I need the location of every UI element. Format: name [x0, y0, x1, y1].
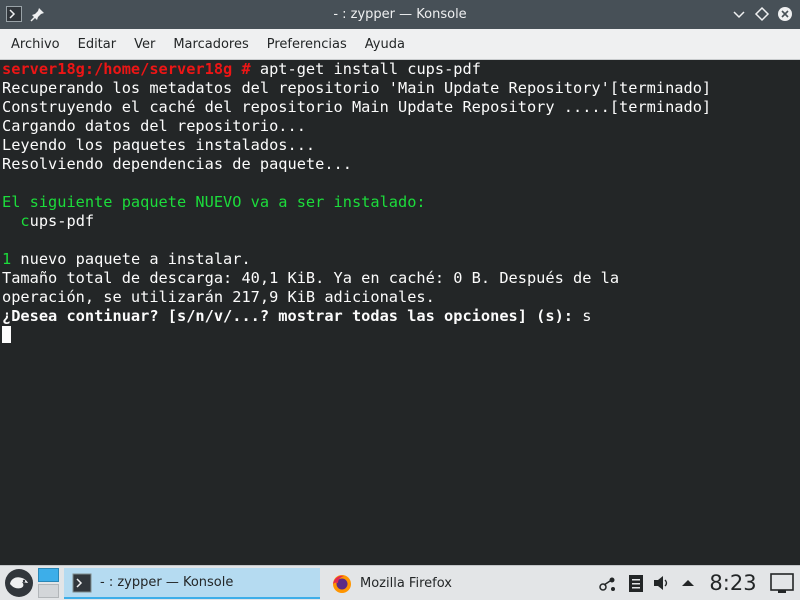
package-count-number: 1 [2, 250, 12, 268]
menu-preferencias[interactable]: Preferencias [258, 29, 356, 60]
minimize-icon[interactable] [731, 6, 747, 22]
package-name-rest: ups-pdf [29, 212, 95, 230]
firefox-icon [332, 574, 352, 594]
desktop-2[interactable] [38, 584, 59, 598]
terminal-line: Leyendo los paquetes instalados... [2, 136, 316, 154]
download-size-line: Tamaño total de descarga: 40,1 KiB. Ya e… [2, 269, 620, 287]
shell-prompt: server18g:/home/server18g # [2, 60, 251, 78]
menu-archivo[interactable]: Archivo [2, 29, 69, 60]
terminal-line-command: server18g:/home/server18g # apt-get inst… [2, 60, 800, 79]
command-text: apt-get install cups-pdf [250, 60, 481, 78]
task-konsole[interactable]: - : zypper — Konsole [64, 568, 320, 599]
terminal-area[interactable]: server18g:/home/server18g # apt-get inst… [0, 60, 800, 565]
terminal-line: Resolviendo dependencias de paquete... [2, 155, 352, 173]
cursor-line [2, 326, 800, 345]
package-count-line: 1 nuevo paquete a instalar. [2, 250, 800, 269]
konsole-icon [72, 573, 92, 593]
menu-editar[interactable]: Editar [69, 29, 126, 60]
menu-ayuda[interactable]: Ayuda [356, 29, 414, 60]
volume-icon[interactable] [652, 572, 672, 594]
task-label: Mozilla Firefox [360, 576, 452, 591]
close-icon[interactable] [777, 6, 793, 22]
package-name-line: cups-pdf [2, 212, 800, 231]
taskbar: - : zypper — Konsole Mozilla Firefox 8:2… [0, 565, 800, 600]
new-package-header: El siguiente paquete NUEVO va a ser inst… [2, 193, 426, 211]
confirm-question: ¿Desea continuar? [s/n/v/...? mostrar to… [2, 307, 573, 325]
desktop-1[interactable] [38, 568, 59, 582]
terminal-line: Recuperando los metadatos del repositori… [2, 79, 712, 97]
terminal-line: Cargando datos del repositorio... [2, 117, 306, 135]
task-firefox[interactable]: Mozilla Firefox [324, 568, 578, 599]
terminal-cursor [2, 326, 11, 343]
show-desktop-icon[interactable] [768, 570, 796, 596]
expand-tray-icon[interactable] [678, 572, 698, 594]
task-label: - : zypper — Konsole [100, 575, 234, 590]
menu-ver[interactable]: Ver [125, 29, 164, 60]
download-size-line: operación, se utilizarán 217,9 KiB adici… [2, 288, 435, 306]
window-titlebar[interactable]: - : zypper — Konsole [0, 0, 800, 29]
window-title: - : zypper — Konsole [333, 7, 467, 22]
clock[interactable]: 8:23 [704, 566, 762, 600]
clipboard-icon[interactable] [626, 572, 646, 594]
opensuse-menu-icon[interactable] [3, 568, 35, 598]
confirm-question-line: ¿Desea continuar? [s/n/v/...? mostrar to… [2, 307, 800, 326]
maximize-icon[interactable] [754, 6, 770, 22]
virtual-desktop-pager[interactable] [38, 568, 60, 599]
confirm-answer: s [573, 307, 592, 325]
terminal-line: Construyendo el caché del repositorio Ma… [2, 98, 712, 116]
package-name-first: c [2, 212, 30, 230]
menu-marcadores[interactable]: Marcadores [164, 29, 257, 60]
package-count-text: nuevo paquete a instalar. [11, 250, 251, 268]
device-notifier-icon[interactable] [598, 572, 618, 594]
menubar: Archivo Editar Ver Marcadores Preferenci… [0, 29, 800, 60]
